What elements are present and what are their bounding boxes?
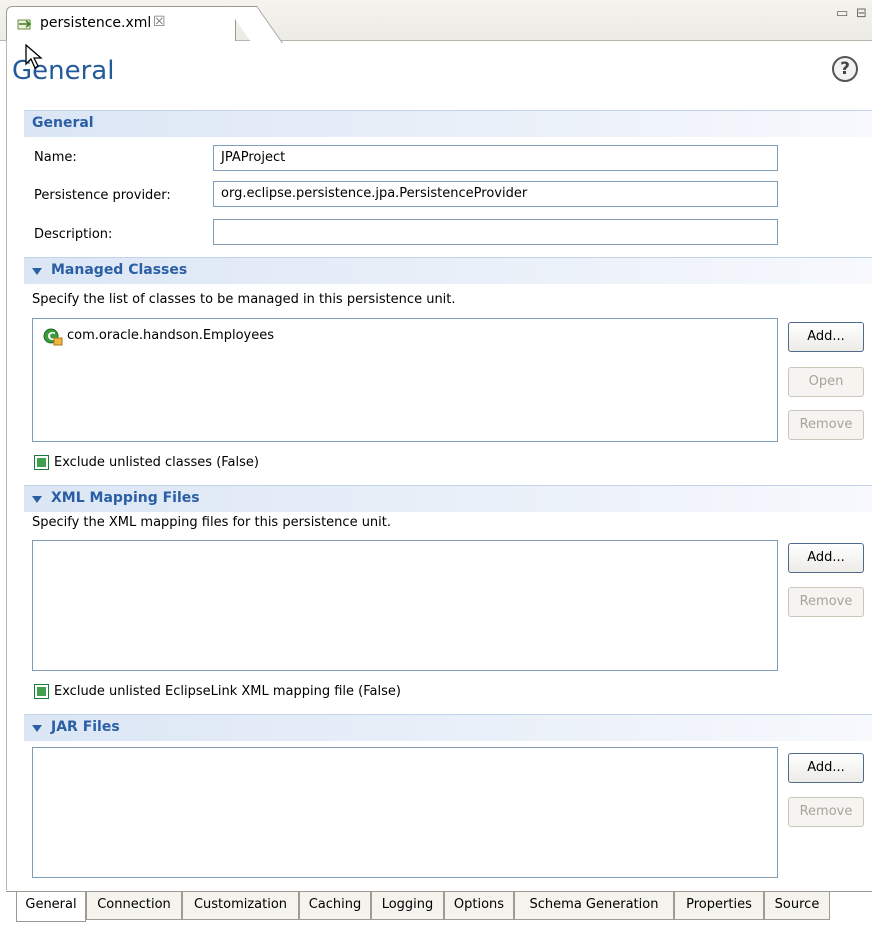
tab-general[interactable]: General (16, 892, 86, 922)
editor-left-border (6, 40, 7, 890)
jar-files-remove-button[interactable]: Remove (788, 797, 864, 827)
minimize-icon[interactable]: ▭ (836, 6, 848, 21)
exclude-unlisted-classes-label: Exclude unlisted classes (False) (54, 455, 259, 470)
expand-triangle-icon[interactable] (32, 496, 42, 503)
checkbox-checked-icon[interactable] (34, 684, 49, 699)
close-icon[interactable]: ☒ (153, 14, 166, 30)
xml-mapping-files-description: Specify the XML mapping files for this p… (32, 515, 392, 530)
expand-triangle-icon[interactable] (32, 268, 42, 275)
persistence-provider-label: Persistence provider: (34, 188, 171, 203)
tab-source[interactable]: Source (764, 892, 830, 920)
editor-tab[interactable]: persistence.xml ☒ (6, 6, 236, 41)
entity-class-icon: C (43, 328, 63, 346)
jar-files-section-title: JAR Files (51, 719, 120, 735)
tab-connection[interactable]: Connection (86, 892, 182, 920)
general-section-header: General (24, 110, 872, 137)
tab-logging[interactable]: Logging (371, 892, 444, 920)
checkbox-checked-icon[interactable] (34, 455, 49, 470)
editor-tab-title: persistence.xml (40, 15, 152, 31)
description-label: Description: (34, 227, 113, 242)
persistence-provider-field[interactable]: org.eclipse.persistence.jpa.PersistenceP… (213, 181, 778, 207)
maximize-icon[interactable]: ⊟ (856, 6, 867, 21)
editor-tab-strip: persistence.xml ☒ ▭ ⊟ (0, 0, 872, 41)
xml-file-icon (17, 19, 32, 30)
tab-options[interactable]: Options (444, 892, 514, 920)
jar-files-add-button[interactable]: Add... (788, 753, 864, 783)
xml-mapping-files-add-button[interactable]: Add... (788, 543, 864, 573)
tab-properties[interactable]: Properties (674, 892, 764, 920)
managed-classes-section-title: Managed Classes (51, 262, 188, 278)
xml-mapping-files-section-title: XML Mapping Files (51, 490, 200, 506)
managed-class-name: com.oracle.handson.Employees (67, 328, 275, 343)
tab-caching[interactable]: Caching (299, 892, 371, 920)
managed-classes-open-button[interactable]: Open (788, 367, 864, 397)
name-label: Name: (34, 150, 77, 165)
managed-classes-add-button[interactable]: Add... (788, 322, 864, 352)
description-field[interactable] (213, 219, 778, 245)
tab-schema-generation[interactable]: Schema Generation (514, 892, 674, 920)
managed-classes-remove-button[interactable]: Remove (788, 410, 864, 440)
mouse-cursor-icon (25, 44, 43, 69)
jar-files-list[interactable] (32, 747, 778, 878)
help-icon[interactable]: ? (832, 56, 858, 82)
name-field[interactable]: JPAProject (213, 145, 778, 171)
managed-classes-section-header[interactable]: Managed Classes (24, 257, 872, 284)
exclude-unlisted-mapping-files-label: Exclude unlisted EclipseLink XML mapping… (54, 684, 401, 699)
managed-classes-description: Specify the list of classes to be manage… (32, 292, 456, 307)
xml-mapping-files-remove-button[interactable]: Remove (788, 587, 864, 617)
jar-files-section-header[interactable]: JAR Files (24, 714, 872, 741)
xml-mapping-files-section-header[interactable]: XML Mapping Files (24, 485, 872, 512)
managed-classes-list[interactable]: C com.oracle.handson.Employees (32, 318, 778, 442)
expand-triangle-icon[interactable] (32, 725, 42, 732)
tab-customization[interactable]: Customization (182, 892, 299, 920)
xml-mapping-files-list[interactable] (32, 540, 778, 671)
general-section-title: General (32, 115, 94, 131)
